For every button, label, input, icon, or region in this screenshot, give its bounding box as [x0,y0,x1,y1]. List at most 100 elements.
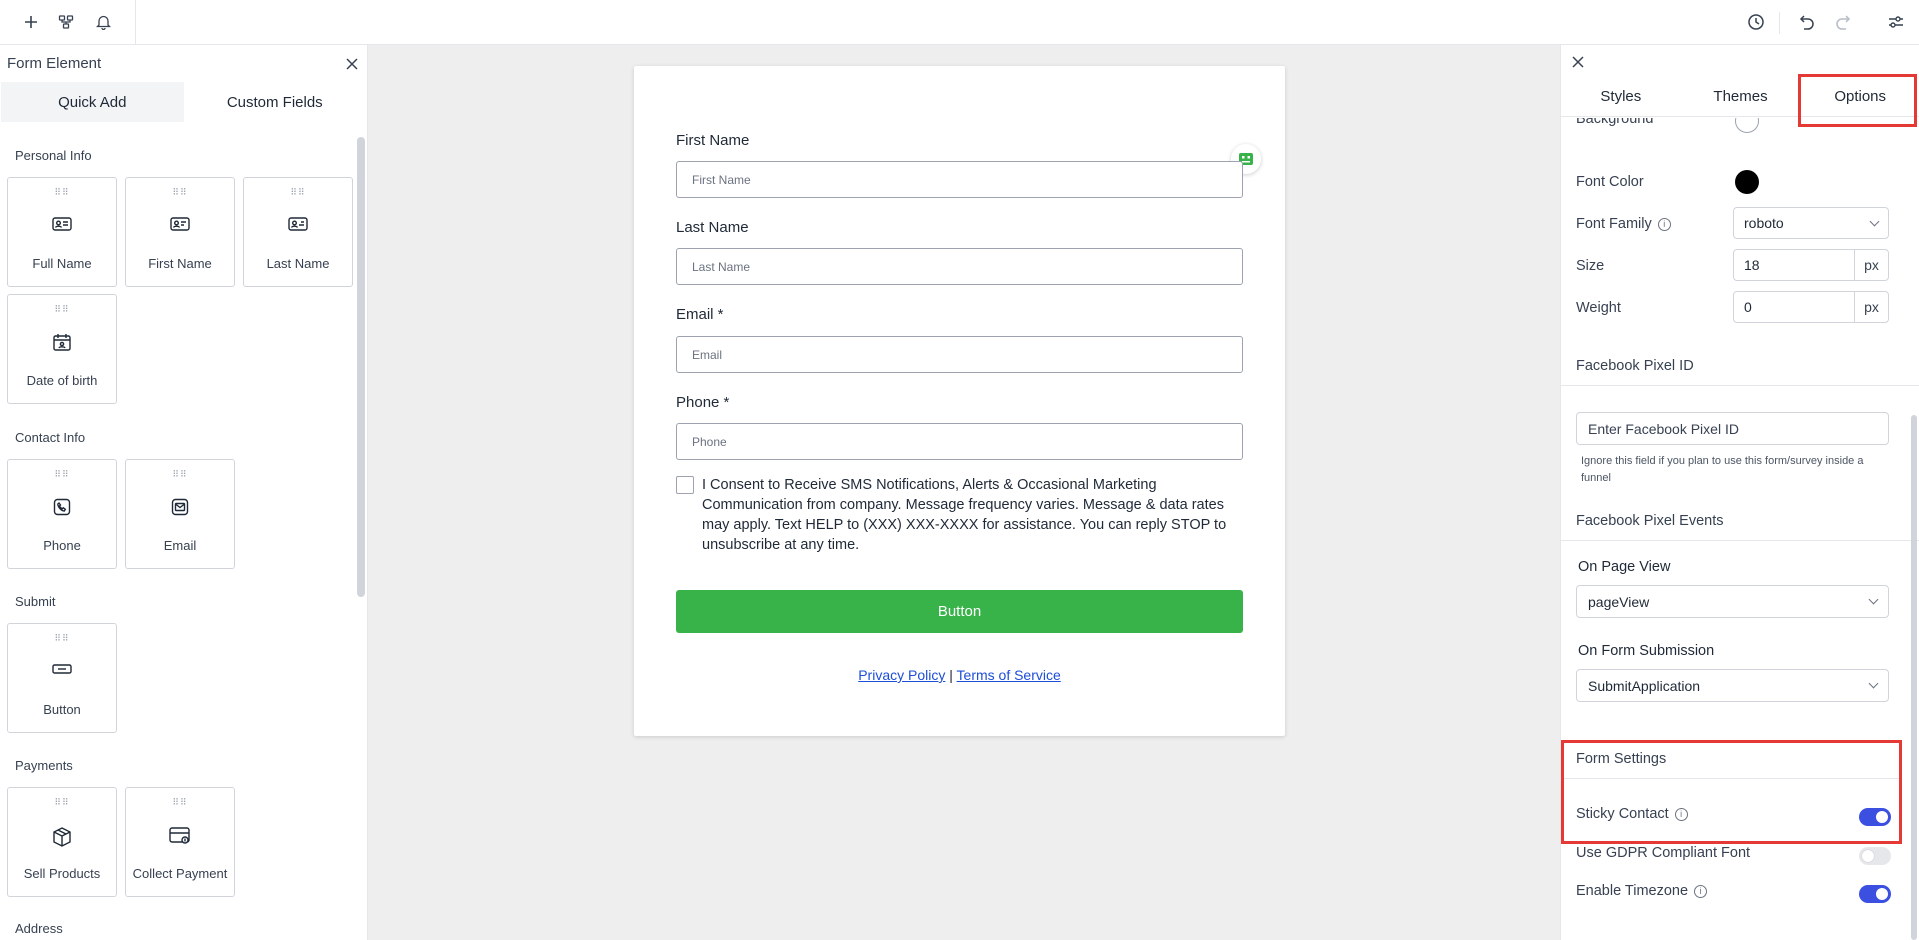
pixel-help-text: Ignore this field if you plan to use thi… [1581,455,1864,484]
settings-sliders-icon[interactable] [1883,9,1909,35]
card-label: Last Name [266,256,330,271]
drag-handle-icon[interactable]: ⠿⠿ [8,470,116,479]
redo-icon[interactable] [1830,9,1856,35]
element-card-first-name[interactable]: ⠿⠿ First Name [125,177,235,287]
drag-handle-icon[interactable]: ⠿⠿ [8,305,116,314]
bell-icon[interactable] [90,9,116,35]
element-card-last-name[interactable]: ⠿⠿ Last Name [243,177,353,287]
consent-text: I Consent to Receive SMS Notifications, … [702,477,1227,553]
id-card-icon [244,216,352,232]
card-label: First Name [148,256,212,271]
facebook-pixel-events-heading: Facebook Pixel Events [1576,513,1724,529]
toggle-knob [1862,850,1874,862]
highlight-box-form-settings [1561,740,1902,844]
font-family-label: Font Family i [1576,216,1671,232]
weight-input[interactable] [1734,292,1854,322]
undo-icon[interactable] [1794,9,1820,35]
chevron-down-icon [1868,678,1879,689]
element-card-date-of-birth[interactable]: ⠿⠿ Date of birth [7,294,117,404]
weight-input-group: px [1733,291,1889,323]
credit-card-icon [126,826,234,846]
add-icon[interactable] [18,9,44,35]
section-contact-info: Contact Info [15,430,86,445]
card-label: Date of birth [26,373,98,388]
id-card-icon [126,216,234,232]
email-input[interactable] [676,336,1243,373]
email-label: Email * [676,306,724,323]
chevron-down-icon [1868,594,1879,605]
drag-handle-icon[interactable]: ⠿⠿ [8,634,116,643]
element-card-sell-products[interactable]: ⠿⠿ Sell Products [7,787,117,897]
card-label: Collect Payment [132,866,228,881]
legal-links: Privacy Policy | Terms of Service [634,667,1285,683]
calendar-user-icon [8,333,116,351]
tab-quick-add[interactable]: Quick Add [1,82,184,122]
form-preview: First Name Last Name Email * Phone * I C… [634,66,1285,736]
tab-themes[interactable]: Themes [1681,77,1801,116]
element-card-collect-payment[interactable]: ⠿⠿ Collect Payment [125,787,235,897]
element-card-email[interactable]: ⠿⠿ Email [125,459,235,569]
history-icon[interactable] [1743,9,1769,35]
drag-handle-icon[interactable]: ⠿⠿ [126,188,234,197]
terms-of-service-link[interactable]: Terms of Service [957,667,1061,683]
element-card-phone[interactable]: ⠿⠿ Phone [7,459,117,569]
id-card-icon [8,216,116,232]
tab-styles[interactable]: Styles [1561,77,1681,116]
page-view-value: pageView [1588,593,1650,610]
right-panel-scrollbar[interactable] [1911,415,1917,940]
element-card-full-name[interactable]: ⠿⠿ Full Name [7,177,117,287]
facebook-pixel-id-input[interactable] [1576,412,1889,445]
background-label: Background [1576,118,1654,127]
background-color-swatch[interactable] [1735,118,1759,133]
font-family-select[interactable]: roboto [1733,207,1889,239]
drag-handle-icon[interactable]: ⠿⠿ [244,188,352,197]
form-submission-select[interactable]: SubmitApplication [1576,669,1889,702]
font-color-swatch[interactable] [1735,170,1759,194]
consent-checkbox[interactable] [676,476,694,494]
weight-unit: px [1854,292,1888,322]
left-panel-header: Form Element [0,45,367,82]
on-form-submission-label: On Form Submission [1578,643,1715,659]
drag-handle-icon[interactable]: ⠿⠿ [8,188,116,197]
gdpr-font-toggle[interactable] [1859,847,1891,865]
toolbar-divider-right [1779,12,1780,34]
on-page-view-label: On Page View [1578,559,1671,575]
last-name-input[interactable] [676,248,1243,285]
enable-timezone-toggle[interactable] [1859,885,1891,903]
info-icon[interactable]: i [1657,217,1671,231]
size-input-group: px [1733,249,1889,281]
card-label: Button [43,702,81,717]
toolbar-divider [135,0,136,45]
submit-button[interactable]: Button [676,590,1243,633]
weight-label: Weight [1576,300,1621,316]
card-label: Sell Products [23,866,101,881]
top-toolbar [0,0,1919,45]
drag-handle-icon[interactable]: ⠿⠿ [126,470,234,479]
left-panel-scrollbar[interactable] [357,137,365,597]
page-view-select[interactable]: pageView [1576,585,1889,618]
layers-icon[interactable] [53,9,79,35]
card-label: Phone [43,538,81,553]
highlight-box-options-tab [1798,74,1917,127]
size-input[interactable] [1734,250,1854,280]
form-element-panel: Form Element Quick Add Custom Fields Per… [0,45,368,940]
drag-handle-icon[interactable]: ⠿⠿ [126,798,234,807]
gdpr-font-label: Use GDPR Compliant Font [1576,845,1751,861]
element-card-button[interactable]: ⠿⠿ Button [7,623,117,733]
facebook-pixel-id-heading: Facebook Pixel ID [1576,358,1694,374]
email-icon [126,498,234,516]
first-name-label: First Name [676,132,750,149]
size-label: Size [1576,258,1605,274]
privacy-policy-link[interactable]: Privacy Policy [858,667,945,683]
info-icon[interactable]: i [1694,884,1708,898]
enable-timezone-label: Enable Timezone i [1576,883,1708,899]
links-separator: | [949,667,953,683]
first-name-input[interactable] [676,161,1243,198]
tab-custom-fields[interactable]: Custom Fields [183,82,366,122]
close-icon[interactable] [1568,52,1588,72]
close-icon[interactable] [345,57,359,71]
phone-icon [8,498,116,516]
phone-input[interactable] [676,423,1243,460]
section-payments: Payments [15,758,73,773]
drag-handle-icon[interactable]: ⠿⠿ [8,798,116,807]
